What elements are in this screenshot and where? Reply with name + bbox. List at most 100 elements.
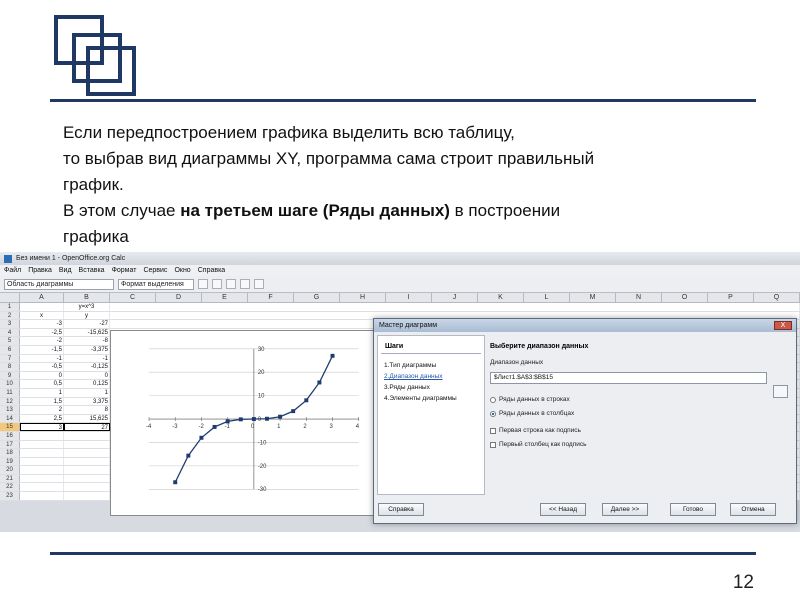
step-data-series[interactable]: 3.Ряды данных: [378, 382, 484, 393]
menu-item-edit[interactable]: Правка: [28, 267, 52, 274]
format-selection-icon[interactable]: [198, 279, 208, 289]
name-box[interactable]: Область диаграммы: [4, 278, 114, 290]
cell-b[interactable]: [64, 440, 110, 449]
help-button[interactable]: Справка: [378, 503, 424, 516]
row-header[interactable]: 15: [0, 423, 20, 431]
cell-a[interactable]: 3: [20, 423, 64, 431]
row-header[interactable]: 11: [0, 388, 20, 397]
checkbox-first-row[interactable]: [490, 427, 496, 434]
menu-item-view[interactable]: Вид: [59, 267, 72, 274]
cell-a[interactable]: [20, 457, 64, 466]
cell-a[interactable]: 2: [20, 406, 64, 414]
column-header[interactable]: K: [478, 293, 524, 302]
row-header[interactable]: 5: [0, 337, 20, 345]
row-header[interactable]: 17: [0, 440, 20, 449]
select-range-icon[interactable]: [773, 385, 788, 398]
row-header[interactable]: 2: [0, 311, 20, 320]
column-header[interactable]: O: [662, 293, 708, 302]
column-header[interactable]: P: [708, 293, 754, 302]
cell-b[interactable]: y=x^3: [64, 303, 110, 311]
cell-b[interactable]: 27: [64, 423, 110, 431]
row-header[interactable]: 21: [0, 474, 20, 483]
row-header[interactable]: 23: [0, 492, 20, 500]
column-header[interactable]: F: [248, 293, 294, 302]
row-header[interactable]: 16: [0, 431, 20, 440]
back-button[interactable]: << Назад: [540, 503, 586, 516]
menu-item-format[interactable]: Формат: [112, 267, 137, 274]
cell-a[interactable]: x: [20, 311, 64, 320]
cell-b[interactable]: [64, 449, 110, 457]
menu-item-window[interactable]: Окно: [174, 267, 190, 274]
column-header[interactable]: L: [524, 293, 570, 302]
close-button[interactable]: X: [774, 321, 792, 330]
column-header[interactable]: A: [20, 293, 64, 302]
column-header[interactable]: B: [64, 293, 110, 302]
cell-b[interactable]: 0: [64, 371, 110, 380]
column-header[interactable]: I: [386, 293, 432, 302]
cell-a[interactable]: 0: [20, 371, 64, 380]
option-columns[interactable]: Ряды данных в столбцах: [490, 410, 794, 417]
cell-b[interactable]: [64, 466, 110, 474]
row-header[interactable]: 12: [0, 397, 20, 406]
option-first-row[interactable]: Первая строка как подпись: [490, 427, 794, 434]
option-rows[interactable]: Ряды данных в строках: [490, 396, 794, 403]
menu-item-file[interactable]: Файл: [4, 267, 21, 274]
cell-b[interactable]: 15,625: [64, 414, 110, 423]
menu-item-tools[interactable]: Сервис: [143, 267, 167, 274]
cell-a[interactable]: -0,5: [20, 363, 64, 371]
row-header[interactable]: 14: [0, 414, 20, 423]
column-header[interactable]: D: [156, 293, 202, 302]
selection-format-dropdown[interactable]: Формат выделения: [118, 278, 194, 290]
row-header[interactable]: 3: [0, 320, 20, 328]
column-header[interactable]: C: [110, 293, 156, 302]
row-header[interactable]: 18: [0, 449, 20, 457]
cell-a[interactable]: -1,5: [20, 345, 64, 354]
cell-a[interactable]: [20, 483, 64, 492]
next-button[interactable]: Далее >>: [602, 503, 648, 516]
radio-columns[interactable]: [490, 410, 496, 417]
cell-b[interactable]: -0,125: [64, 363, 110, 371]
legend-icon[interactable]: [254, 279, 264, 289]
cell-b[interactable]: -15,625: [64, 328, 110, 337]
cell-a[interactable]: [20, 466, 64, 474]
row-header[interactable]: 8: [0, 363, 20, 371]
cell-b[interactable]: 0,125: [64, 380, 110, 388]
column-header[interactable]: N: [616, 293, 662, 302]
column-header[interactable]: Q: [754, 293, 800, 302]
row-header[interactable]: 7: [0, 354, 20, 363]
chart[interactable]: 3020100-10-20-30-4 -3 -2 -1 0 1 2 3 4: [110, 330, 374, 516]
corner-cell[interactable]: [0, 293, 20, 302]
row-header[interactable]: 1: [0, 303, 20, 311]
column-header[interactable]: J: [432, 293, 478, 302]
cell-b[interactable]: -8: [64, 337, 110, 345]
cell-a[interactable]: [20, 431, 64, 440]
cell-a[interactable]: [20, 474, 64, 483]
cell-b[interactable]: [64, 483, 110, 492]
finish-button[interactable]: Готово: [670, 503, 716, 516]
row-header[interactable]: 10: [0, 380, 20, 388]
cell-b[interactable]: 3,375: [64, 397, 110, 406]
cell-a[interactable]: [20, 303, 64, 311]
step-data-range[interactable]: 2.Диапазон данных: [378, 371, 484, 382]
data-range-input[interactable]: [490, 371, 767, 384]
cell-b[interactable]: [64, 492, 110, 500]
option-first-col[interactable]: Первый столбец как подпись: [490, 441, 794, 448]
cell-b[interactable]: y: [64, 311, 110, 320]
cell-b[interactable]: -27: [64, 320, 110, 328]
checkbox-first-col[interactable]: [490, 441, 496, 448]
cell-b[interactable]: [64, 431, 110, 440]
menu-item-help[interactable]: Справка: [198, 267, 225, 274]
row-header[interactable]: 20: [0, 466, 20, 474]
cell-b[interactable]: 8: [64, 406, 110, 414]
cell-a[interactable]: [20, 449, 64, 457]
row-header[interactable]: 22: [0, 483, 20, 492]
row-header[interactable]: 6: [0, 345, 20, 354]
cancel-button[interactable]: Отмена: [730, 503, 776, 516]
step-chart-type[interactable]: 1.Тип диаграммы: [378, 360, 484, 371]
cell-a[interactable]: -2,5: [20, 328, 64, 337]
cell-b[interactable]: 1: [64, 388, 110, 397]
cell-b[interactable]: -1: [64, 354, 110, 363]
column-header[interactable]: E: [202, 293, 248, 302]
cell-a[interactable]: 0,5: [20, 380, 64, 388]
cell-a[interactable]: [20, 440, 64, 449]
